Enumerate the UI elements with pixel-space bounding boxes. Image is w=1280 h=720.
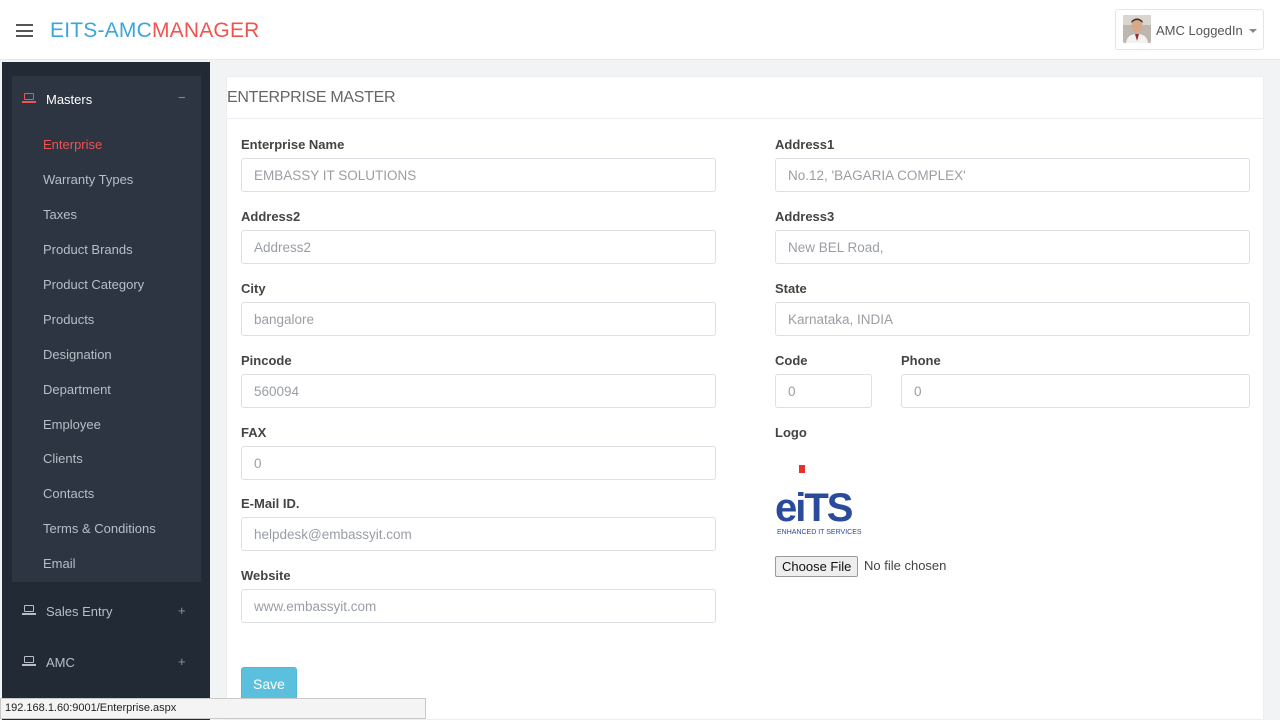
address3-input[interactable] [775, 230, 1250, 264]
expand-icon[interactable]: + [178, 654, 186, 669]
address3-label: Address3 [775, 209, 835, 224]
sidebar: Masters − Enterprise Warranty Types Taxe… [2, 62, 210, 720]
pincode-input[interactable] [241, 374, 716, 408]
sidebar-item-employee[interactable]: Employee [43, 417, 101, 432]
sidebar-item-enterprise[interactable]: Enterprise [43, 137, 102, 152]
enterprise-name-label: Enterprise Name [241, 137, 345, 152]
panel-divider [227, 118, 1263, 119]
sidebar-group-title: Masters [46, 92, 93, 107]
sidebar-section-sales-entry[interactable]: Sales Entry + [2, 591, 210, 631]
sidebar-section-amc[interactable]: AMC + [2, 642, 210, 682]
sidebar-item-contacts[interactable]: Contacts [43, 486, 94, 501]
expand-icon[interactable]: + [178, 603, 186, 618]
sidebar-item-designation[interactable]: Designation [43, 347, 112, 362]
brand-part-1: EITS-AMC [50, 19, 152, 42]
fax-input[interactable] [241, 446, 716, 480]
city-input[interactable] [241, 302, 716, 336]
sidebar-section-label: AMC [46, 655, 75, 670]
sidebar-item-email[interactable]: Email [43, 556, 76, 571]
laptop-icon [22, 605, 36, 616]
state-input[interactable] [775, 302, 1250, 336]
address1-input[interactable] [775, 158, 1250, 192]
top-header: EITS-AMCMANAGER AMC LoggedIn [0, 0, 1280, 60]
enterprise-name-input[interactable] [241, 158, 716, 192]
sidebar-item-terms-conditions[interactable]: Terms & Conditions [43, 521, 156, 536]
file-status-text: No file chosen [864, 558, 947, 573]
logo-tagline: ENHANCED IT SERVICES [777, 529, 862, 536]
browser-status-url: 192.168.1.60:9001/Enterprise.aspx [0, 698, 426, 719]
state-label: State [775, 281, 807, 296]
user-menu-button[interactable]: AMC LoggedIn [1115, 9, 1264, 50]
code-input[interactable] [775, 374, 872, 408]
sidebar-item-clients[interactable]: Clients [43, 451, 83, 466]
code-label: Code [775, 353, 808, 368]
logo-text: eiTS [775, 486, 853, 530]
fax-label: FAX [241, 425, 267, 440]
laptop-icon [22, 656, 36, 667]
app-brand[interactable]: EITS-AMCMANAGER [50, 19, 260, 43]
chevron-down-icon [1249, 29, 1257, 33]
company-logo: eiTS ENHANCED IT SERVICES [775, 465, 865, 537]
page-title: ENTERPRISE MASTER [227, 89, 396, 106]
sidebar-section-label: Sales Entry [46, 604, 113, 619]
user-name: AMC LoggedIn [1156, 23, 1243, 38]
menu-toggle-icon[interactable] [16, 24, 33, 37]
email-label: E-Mail ID. [241, 496, 300, 511]
pincode-label: Pincode [241, 353, 292, 368]
website-input[interactable] [241, 589, 716, 623]
logo-label: Logo [775, 425, 807, 440]
collapse-icon[interactable]: − [178, 90, 186, 105]
website-label: Website [241, 568, 291, 583]
sidebar-item-product-brands[interactable]: Product Brands [43, 242, 133, 257]
sidebar-item-product-category[interactable]: Product Category [43, 277, 144, 292]
sidebar-item-products[interactable]: Products [43, 312, 94, 327]
avatar [1123, 15, 1151, 43]
laptop-icon [22, 93, 36, 104]
phone-label: Phone [901, 353, 941, 368]
sidebar-item-warranty-types[interactable]: Warranty Types [43, 172, 133, 187]
email-field[interactable] [241, 517, 716, 551]
sidebar-item-taxes[interactable]: Taxes [43, 207, 77, 222]
city-label: City [241, 281, 266, 296]
save-button[interactable]: Save [241, 667, 297, 701]
sidebar-item-department[interactable]: Department [43, 382, 111, 397]
sidebar-group-masters: Masters − Enterprise Warranty Types Taxe… [12, 76, 201, 582]
sidebar-group-header-masters[interactable]: Masters − [12, 76, 201, 122]
address1-label: Address1 [775, 137, 835, 152]
address2-label: Address2 [241, 209, 301, 224]
enterprise-master-panel: ENTERPRISE MASTER Enterprise Name Addres… [226, 76, 1264, 720]
address2-input[interactable] [241, 230, 716, 264]
brand-part-2: MANAGER [151, 19, 260, 42]
phone-input[interactable] [901, 374, 1250, 408]
choose-file-button[interactable]: Choose File [775, 556, 859, 577]
